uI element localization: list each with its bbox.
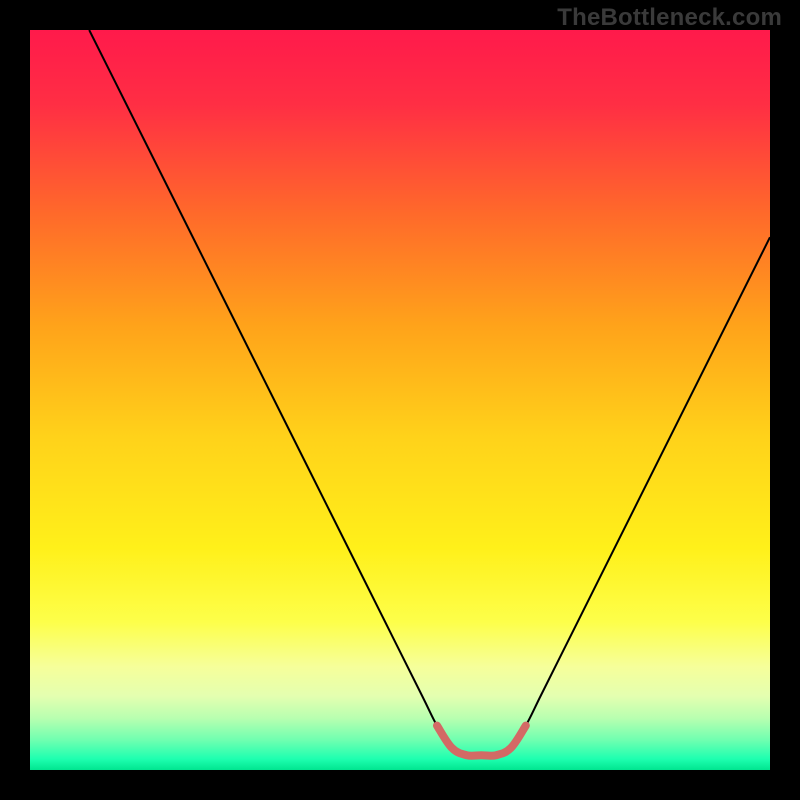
chart-frame: TheBottleneck.com	[0, 0, 800, 800]
gradient-background	[30, 30, 770, 770]
plot-area	[30, 30, 770, 770]
bottleneck-chart-svg	[30, 30, 770, 770]
watermark-text: TheBottleneck.com	[557, 4, 782, 32]
